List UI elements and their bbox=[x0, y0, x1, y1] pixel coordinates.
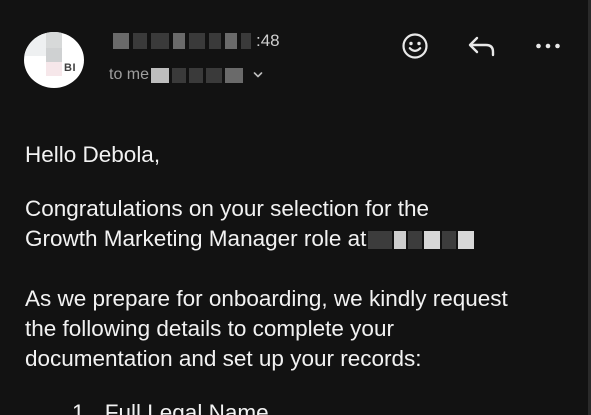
body-line: As we prepare for onboarding, we kindly … bbox=[25, 286, 508, 311]
redacted-recipient bbox=[225, 67, 244, 83]
recipient-row[interactable]: to me bbox=[109, 64, 264, 86]
redacted-recipient bbox=[172, 67, 187, 83]
redacted-company-name bbox=[368, 231, 393, 250]
redacted-sender-name bbox=[173, 33, 185, 49]
redacted-sender-name bbox=[133, 33, 147, 49]
redacted-sender-name bbox=[113, 33, 129, 49]
redacted-company-name bbox=[442, 231, 457, 250]
redacted-sender-name bbox=[189, 33, 205, 49]
avatar-pixel bbox=[24, 32, 46, 56]
redacted-sender-name bbox=[225, 33, 237, 49]
avatar-logo-text: BI bbox=[64, 62, 76, 74]
avatar-pixel bbox=[46, 48, 62, 62]
redacted-company-name bbox=[424, 231, 441, 250]
email-paragraph-onboarding: As we prepare for onboarding, we kindly … bbox=[25, 284, 508, 374]
list-item-number: 1. bbox=[72, 400, 91, 415]
email-paragraph-congratulations: Congratulations on your selection for th… bbox=[25, 194, 475, 254]
more-options-button[interactable] bbox=[532, 30, 564, 62]
redacted-company-name bbox=[394, 231, 407, 250]
reply-arrow-icon bbox=[468, 36, 495, 57]
body-line-text: Growth Marketing Manager role at bbox=[25, 226, 367, 251]
avatar-pixel bbox=[46, 62, 62, 76]
reply-button[interactable] bbox=[466, 30, 498, 62]
redacted-recipient bbox=[206, 67, 223, 83]
sender-avatar[interactable]: BI bbox=[24, 32, 84, 88]
sender-name-row[interactable]: :48 bbox=[113, 30, 280, 52]
to-label: to me bbox=[109, 66, 150, 83]
redacted-sender-name bbox=[151, 33, 169, 49]
body-line: documentation and set up your records: bbox=[25, 346, 422, 371]
redacted-company-name bbox=[458, 231, 475, 250]
email-view: BI :48 to me Hello Debola, Congratulatio… bbox=[0, 0, 591, 415]
body-line: Congratulations on your selection for th… bbox=[25, 196, 429, 221]
body-line: the following details to complete your bbox=[25, 316, 394, 341]
redacted-sender-name bbox=[209, 33, 221, 49]
body-line: Growth Marketing Manager role at bbox=[25, 224, 475, 254]
redacted-sender-name bbox=[241, 33, 251, 49]
list-item: 1. Full Legal Name bbox=[72, 398, 269, 415]
redacted-recipient bbox=[151, 67, 170, 83]
chevron-down-icon[interactable] bbox=[252, 69, 264, 81]
more-options-icon bbox=[536, 43, 560, 49]
email-time: :48 bbox=[256, 31, 280, 50]
list-item-text: Full Legal Name bbox=[104, 400, 269, 415]
email-greeting: Hello Debola, bbox=[25, 142, 161, 167]
add-reaction-button[interactable] bbox=[399, 30, 431, 62]
smiley-face-icon bbox=[402, 33, 428, 59]
redacted-recipient bbox=[189, 67, 204, 83]
redacted-company-name bbox=[408, 231, 423, 250]
avatar-pixel bbox=[46, 32, 62, 48]
